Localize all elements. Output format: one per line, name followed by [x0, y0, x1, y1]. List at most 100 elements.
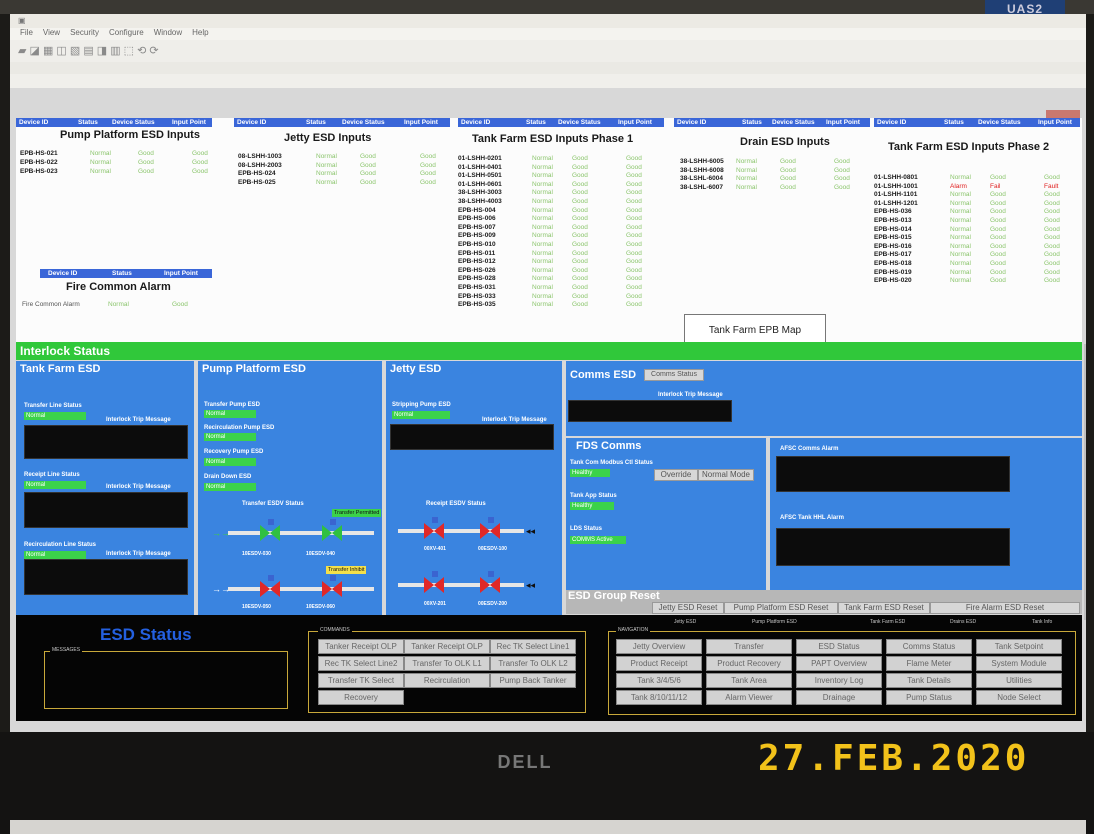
nav-button[interactable]: Jetty Overview: [616, 639, 702, 654]
nav-button[interactable]: Flame Meter: [886, 656, 972, 671]
svg-text:◂◂: ◂◂: [526, 580, 536, 590]
command-button[interactable]: Transfer TK Select: [318, 673, 404, 688]
pump-platform-esd-title: Pump Platform ESD: [202, 363, 306, 375]
command-button[interactable]: Recirculation: [404, 673, 490, 688]
nav-button[interactable]: Node Select: [976, 690, 1062, 705]
command-button[interactable]: Tanker Receipt OLP: [404, 639, 490, 654]
fire-alarm-esd-reset-button[interactable]: Fire Alarm ESD Reset: [930, 602, 1080, 614]
lds-status-value: COMMS Active: [570, 536, 626, 544]
valve-label: 00ESDV-100: [478, 546, 507, 552]
status-cell: Normal: [532, 180, 553, 188]
nav-button[interactable]: Utilities: [976, 673, 1062, 688]
inner-window-title: [10, 74, 1086, 88]
device-status-cell: Good: [780, 158, 796, 165]
receipt-esdv-line-1: ◂◂: [398, 517, 536, 539]
device-id-cell: EPB-HS-020: [874, 277, 912, 285]
device-id-cell: 08-LSHH-2003: [238, 161, 282, 169]
device-id-cell: 01-LSHH-1101: [874, 191, 918, 199]
comms-status-button[interactable]: Comms Status: [644, 369, 704, 381]
pump-platform-title: Pump Platform ESD Inputs: [60, 129, 200, 141]
nav-button[interactable]: ESD Status: [796, 639, 882, 654]
input-point-cell: Good: [626, 155, 642, 162]
normal-mode-button[interactable]: Normal Mode: [698, 469, 754, 481]
valve-label: 00XV-401: [424, 546, 446, 552]
device-status-cell: Good: [572, 172, 588, 180]
command-button[interactable]: Recovery: [318, 690, 404, 705]
menu-help[interactable]: Help: [192, 28, 208, 37]
drain-title: Drain ESD Inputs: [740, 136, 830, 148]
input-point-cell: Good: [1044, 251, 1060, 259]
command-button[interactable]: Tanker Receipt OLP: [318, 639, 404, 654]
command-button[interactable]: Pump Back Tanker: [490, 673, 576, 688]
nav-button[interactable]: Tank Area: [706, 673, 792, 688]
nav-button[interactable]: Tank Setpoint: [976, 639, 1062, 654]
command-button[interactable]: Transfer To OLK L1: [404, 656, 490, 671]
valve-label: 10ESDV-040: [306, 551, 335, 557]
pump-platform-esd-panel: Pump Platform ESD Transfer Pump ESD Norm…: [198, 361, 382, 615]
nav-button[interactable]: Tank 3/4/5/6: [616, 673, 702, 688]
stripping-pump-status: Normal: [392, 411, 450, 419]
toolbar-icons[interactable]: ▰ ◪ ▦ ◫ ▧ ▤ ◨ ▥ ⬚ ⟲ ⟳: [18, 45, 159, 57]
transfer-esdv-title: Transfer ESDV Status: [242, 501, 304, 507]
command-button[interactable]: Rec TK Select Line1: [490, 639, 576, 654]
device-status-cell: Good: [990, 225, 1006, 233]
nav-button[interactable]: Inventory Log: [796, 673, 882, 688]
menu-security[interactable]: Security: [70, 28, 99, 37]
nav-button[interactable]: Comms Status: [886, 639, 972, 654]
nav-header-jetty: Jetty ESD: [674, 619, 697, 625]
input-point-cell: Good: [626, 180, 642, 188]
transfer-esdv-line-2: →→: [212, 575, 374, 597]
status-cell: Normal: [532, 284, 553, 291]
device-id-cell: EPB-HS-024: [238, 170, 276, 177]
device-status-cell: Good: [572, 266, 588, 274]
recovery-pump-status: Normal: [204, 458, 256, 466]
menu-window[interactable]: Window: [154, 28, 182, 37]
status-cell: Normal: [950, 268, 971, 276]
command-button[interactable]: Transfer To OLK L2: [490, 656, 576, 671]
device-status-cell: Good: [360, 153, 376, 160]
nav-button[interactable]: Drainage: [796, 690, 882, 705]
status-cell: Normal: [950, 251, 971, 259]
status-cell: Normal: [532, 163, 553, 171]
status-cell: Normal: [532, 189, 553, 197]
esd-status-title: ESD Status: [100, 625, 192, 644]
device-id-cell: EPB-HS-009: [458, 232, 496, 240]
pump-platform-esd-reset-button[interactable]: Pump Platform ESD Reset: [724, 602, 838, 614]
device-id-cell: EPB-HS-023: [20, 168, 58, 175]
override-button[interactable]: Override: [654, 469, 698, 481]
device-status-cell: Good: [990, 174, 1006, 181]
nav-button[interactable]: System Module: [976, 656, 1062, 671]
nav-button[interactable]: Product Recovery: [706, 656, 792, 671]
command-button[interactable]: Rec TK Select Line2: [318, 656, 404, 671]
nav-button[interactable]: Pump Status: [886, 690, 972, 705]
taskbar-start-button[interactable]: [14, 821, 134, 833]
nav-button[interactable]: Tank 8/10/11/12: [616, 690, 702, 705]
input-point-cell: Good: [626, 163, 642, 171]
input-point-cell: Good: [1044, 217, 1060, 224]
input-point-cell: Good: [626, 172, 642, 180]
input-point-cell: Good: [192, 150, 208, 157]
nav-button[interactable]: Alarm Viewer: [706, 690, 792, 705]
status-cell: Normal: [532, 155, 553, 162]
tank-farm-1-title: Tank Farm ESD Inputs Phase 1: [472, 133, 634, 145]
transfer-esdv-line-1: →→: [212, 519, 374, 541]
input-point-cell: Good: [626, 206, 642, 214]
esd-status-footer: ESD Status MESSAGES COMMANDS Tanker Rece…: [16, 615, 1082, 721]
menu-view[interactable]: View: [43, 28, 60, 37]
comms-esd-panel: Comms ESD Comms Status Interlock Trip Me…: [566, 361, 1082, 436]
transfer-line-status: Normal: [24, 412, 86, 420]
nav-button[interactable]: PAPT Overview: [796, 656, 882, 671]
device-status-cell: Fail: [990, 182, 1001, 190]
menu-bar: File View Security Configure Window Help: [10, 28, 1086, 40]
device-id-cell: EPB-HS-019: [874, 268, 912, 276]
nav-button[interactable]: Tank Details: [886, 673, 972, 688]
receipt-trip-message-box: [24, 492, 188, 528]
nav-button[interactable]: Product Receipt: [616, 656, 702, 671]
nav-button[interactable]: Transfer: [706, 639, 792, 654]
tank-farm-esd-reset-button[interactable]: Tank Farm ESD Reset: [838, 602, 930, 614]
fire-common-input: Good: [172, 301, 188, 308]
device-status-cell: Good: [990, 251, 1006, 259]
jetty-esd-reset-button[interactable]: Jetty ESD Reset: [652, 602, 724, 614]
menu-file[interactable]: File: [20, 28, 33, 37]
menu-configure[interactable]: Configure: [109, 28, 144, 37]
